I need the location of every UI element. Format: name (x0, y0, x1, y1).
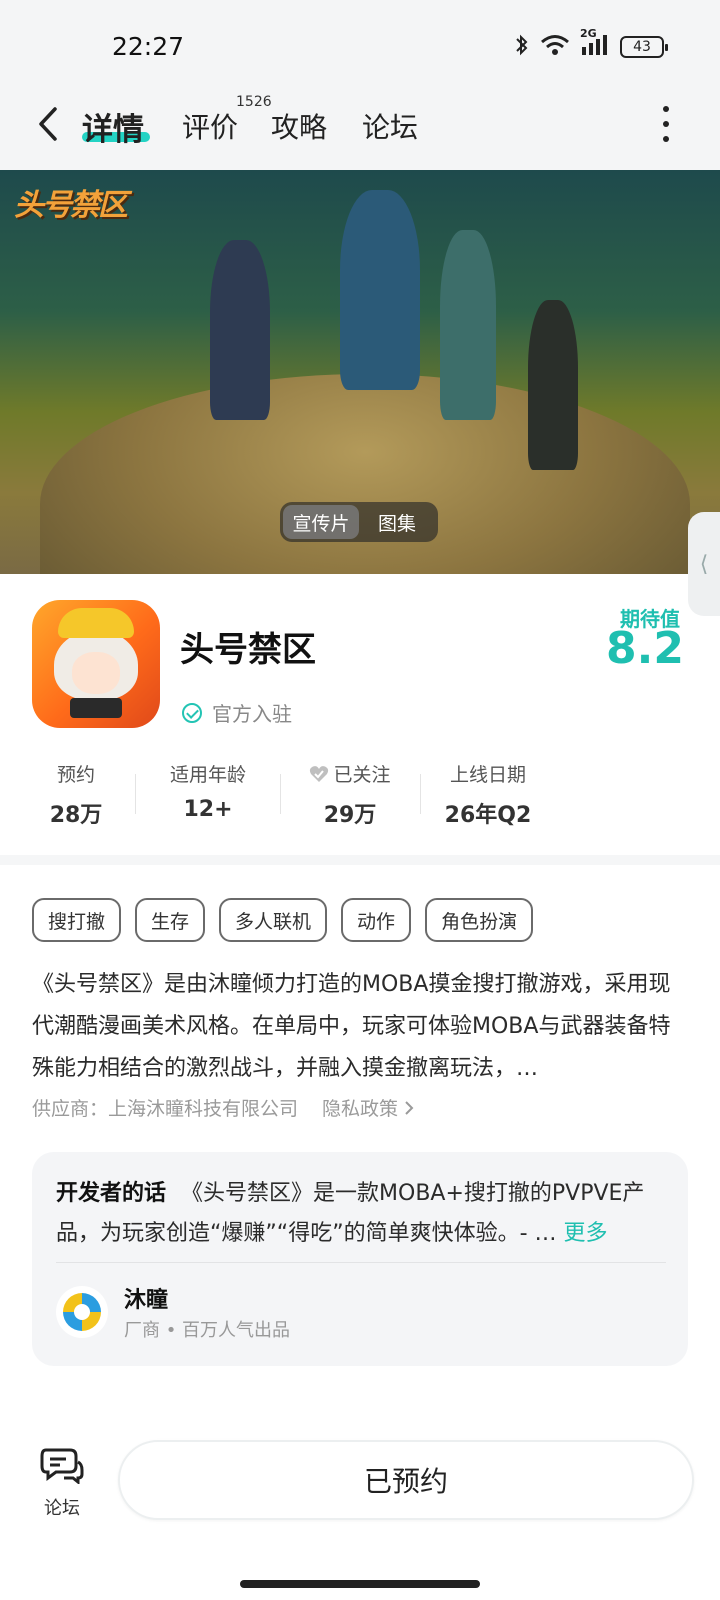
reserved-button[interactable]: 已预约 (118, 1440, 694, 1520)
tab-forum[interactable]: 论坛 (362, 106, 418, 146)
signal-icon: 2G (580, 27, 610, 61)
tab-details-label: 详情 (82, 112, 144, 148)
check-circle-icon (182, 702, 202, 723)
tab-details[interactable]: 详情 (82, 104, 144, 149)
supplier-row: 供应商：上海沐瞳科技有限公司 隐私政策 (32, 1094, 414, 1121)
app-icon-art (58, 608, 134, 638)
divider (420, 774, 421, 814)
review-count-badge: 1526 (236, 94, 272, 110)
more-options-button[interactable] (656, 106, 676, 142)
media-toggle: 宣传片 图集 (280, 502, 438, 542)
developer-subtitle: 厂商 • 百万人气出品 (124, 1320, 291, 1341)
developer-avatar[interactable] (56, 1286, 108, 1338)
character-figure (440, 230, 496, 420)
status-time: 22:27 (112, 32, 185, 61)
chevron-left-icon: ⟨ (699, 551, 709, 577)
status-bar: 22:27 2G 43 (0, 0, 720, 90)
developer-logo-icon (63, 1293, 101, 1331)
tab-reviews[interactable]: 评价 (182, 106, 238, 146)
tag[interactable]: 生存 (135, 898, 206, 942)
character-figure (340, 190, 420, 390)
developer-note[interactable]: 开发者的话 《头号禁区》是一款MOBA+搜打撤的PVPVE产品，为玩家创造“爆赚… (56, 1174, 668, 1254)
stat-age-rating: 适用年龄 12+ (158, 760, 258, 822)
tag[interactable]: 多人联机 (219, 898, 328, 942)
app-title: 头号禁区 (180, 630, 316, 670)
stat-label: 上线日期 (449, 764, 526, 786)
official-label: 官方入驻 (212, 702, 292, 726)
forum-chat-icon (40, 1448, 84, 1486)
heart-icon (309, 765, 329, 783)
gallery-option[interactable]: 图集 (359, 505, 435, 539)
stats-row: 预约 28万 适用年龄 12+ 已关注 29万 上线日期 26年Q2 (0, 760, 720, 840)
network-type: 2G (580, 27, 597, 40)
stat-value: 26年Q2 (444, 803, 532, 828)
chevron-right-icon (405, 1100, 414, 1115)
stat-label-row: 已关注 (300, 760, 400, 787)
more-dot-icon (663, 121, 669, 127)
developer-name[interactable]: 沐瞳 (124, 1282, 168, 1314)
forum-label: 论坛 (44, 1498, 80, 1519)
tag-list: 搜打撤 生存 多人联机 动作 角色扮演 (32, 898, 534, 942)
top-nav: 详情 评价 1526 攻略 论坛 (0, 90, 720, 170)
tab-forum-label: 论坛 (362, 111, 419, 144)
app-icon-art (72, 652, 120, 694)
privacy-label: 隐私政策 (322, 1098, 399, 1120)
game-description[interactable]: 《头号禁区》是由沐瞳倾力打造的MOBA摸金搜打撤游戏，采用现代潮酷漫画美术风格。… (32, 964, 686, 1090)
divider (56, 1262, 666, 1263)
stat-release-date: 上线日期 26年Q2 (438, 760, 538, 829)
app-icon (32, 600, 160, 728)
privacy-policy-link[interactable]: 隐私政策 (322, 1094, 414, 1121)
chevron-left-icon (39, 107, 57, 141)
back-button[interactable] (28, 102, 68, 146)
stat-follow[interactable]: 已关注 29万 (300, 760, 400, 829)
forum-button[interactable]: 论坛 (36, 1446, 88, 1520)
tag[interactable]: 角色扮演 (425, 898, 534, 942)
character-figure (528, 300, 578, 470)
divider (135, 774, 136, 814)
app-icon-art (70, 698, 122, 718)
wifi-icon (540, 33, 570, 61)
battery-icon: 43 (620, 36, 668, 58)
stat-label: 预约 (56, 764, 95, 786)
stat-label: 已关注 (333, 764, 391, 786)
tab-guides-label: 攻略 (271, 111, 328, 144)
supplier-text: 供应商：上海沐瞳科技有限公司 (32, 1098, 299, 1120)
stat-value: 29万 (323, 803, 377, 828)
tag[interactable]: 动作 (341, 898, 412, 942)
developer-card: 开发者的话 《头号禁区》是一款MOBA+搜打撤的PVPVE产品，为玩家创造“爆赚… (32, 1152, 688, 1366)
divider (280, 774, 281, 814)
more-dot-icon (663, 106, 669, 112)
status-icons: 2G 43 (514, 27, 668, 62)
promo-banner[interactable]: 头号禁区 宣传片 图集 (0, 170, 720, 574)
expect-score: 8.2 (606, 623, 684, 674)
stat-reservations: 预约 28万 (36, 760, 116, 829)
side-drawer-handle[interactable]: ⟨ (688, 512, 720, 616)
more-dot-icon (663, 136, 669, 142)
tab-guides[interactable]: 攻略 (271, 106, 327, 146)
developer-note-heading: 开发者的话 (56, 1181, 167, 1206)
bluetooth-icon (514, 33, 530, 61)
character-figure (210, 240, 270, 420)
more-link[interactable]: 更多 (564, 1221, 608, 1246)
stat-value: 12+ (183, 797, 233, 822)
home-indicator[interactable] (240, 1580, 480, 1588)
official-badge: 官方入驻 (182, 698, 292, 727)
tab-reviews-label: 评价 (182, 111, 239, 144)
tag[interactable]: 搜打撤 (32, 898, 122, 942)
stat-label: 适用年龄 (169, 764, 246, 786)
game-logo: 头号禁区 (14, 188, 128, 223)
promo-video-option[interactable]: 宣传片 (283, 505, 359, 539)
stat-value: 28万 (49, 803, 103, 828)
section-divider (0, 855, 720, 865)
banner-artwork (40, 374, 690, 574)
